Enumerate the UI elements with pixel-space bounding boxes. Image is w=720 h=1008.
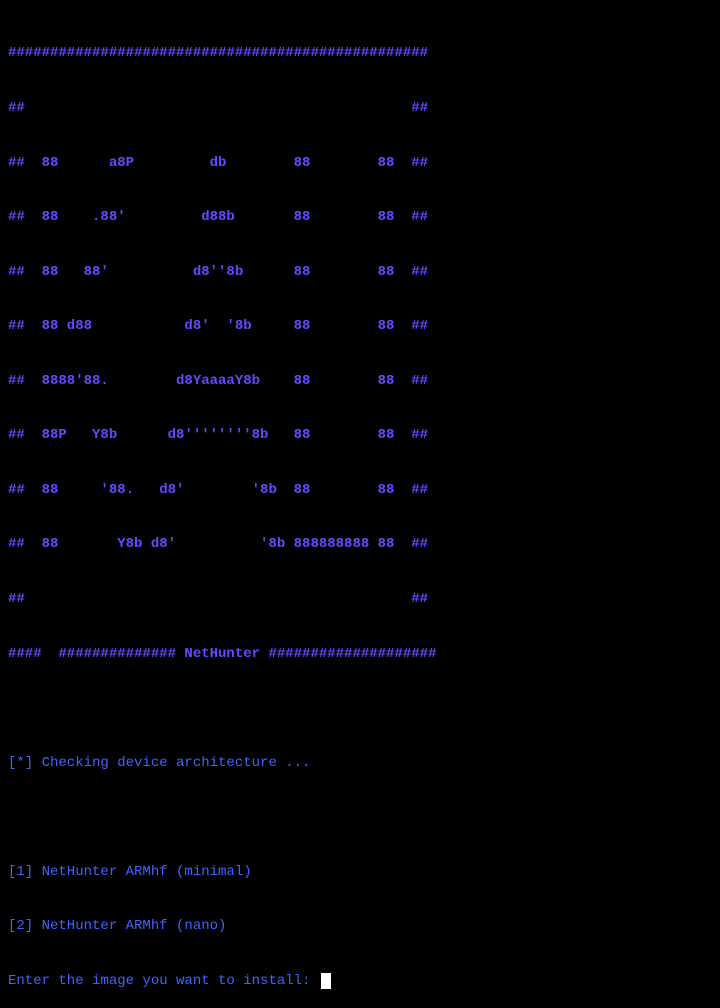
banner-line: ## 88 .88' d88b 88 88 ## xyxy=(8,208,712,226)
prompt-text: Enter the image you want to install: xyxy=(8,973,319,989)
banner-line: ## ## xyxy=(8,590,712,608)
install-option-1: [1] NetHunter ARMhf (minimal) xyxy=(8,863,712,881)
blank-line xyxy=(8,808,712,826)
blank-line xyxy=(8,699,712,717)
install-option-2: [2] NetHunter ARMhf (nano) xyxy=(8,917,712,935)
input-prompt-line[interactable]: Enter the image you want to install: xyxy=(8,972,712,990)
banner-line: ########################################… xyxy=(8,44,712,62)
banner-line: ## 88 Y8b d8' '8b 888888888 88 ## xyxy=(8,535,712,553)
banner-line: ## 88 88' d8''8b 88 88 ## xyxy=(8,263,712,281)
banner-line: ## 8888'88. d8YaaaaY8b 88 88 ## xyxy=(8,372,712,390)
banner-line: ## 88 d88 d8' '8b 88 88 ## xyxy=(8,317,712,335)
banner-line: ## 88P Y8b d8''''''''8b 88 88 ## xyxy=(8,426,712,444)
banner-line: ## 88 '88. d8' '8b 88 88 ## xyxy=(8,481,712,499)
cursor-icon xyxy=(321,973,331,989)
status-message: [*] Checking device architecture ... xyxy=(8,754,712,772)
banner-line: ## 88 a8P db 88 88 ## xyxy=(8,154,712,172)
banner-line: ## ## xyxy=(8,99,712,117)
banner-line: #### ############## NetHunter ##########… xyxy=(8,645,712,663)
terminal-output: ########################################… xyxy=(8,8,712,1008)
